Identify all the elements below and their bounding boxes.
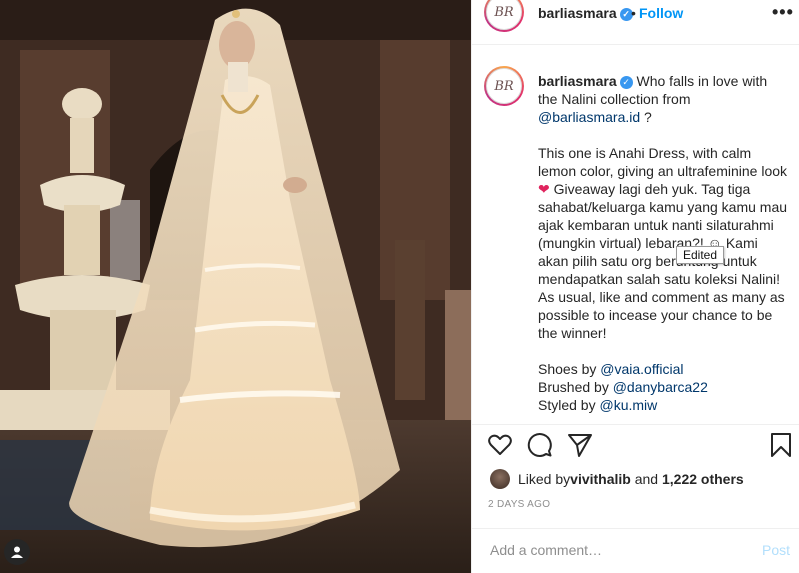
comment-icon[interactable] [527,432,553,458]
separator-dot: • [631,5,636,21]
brushed-label: Brushed by [538,379,613,395]
post-image [0,0,471,573]
comment-input[interactable] [488,541,742,559]
mention-brand[interactable]: @barliasmara.id [538,109,640,125]
likes-middle: and [630,471,662,487]
author-username[interactable]: barliasmara ✓ [538,5,633,21]
likes-prefix: Liked by [518,471,571,487]
likes-count-link[interactable]: 1,222 others [662,471,744,487]
caption-text: barliasmara ✓ Who falls in love with the … [538,72,790,414]
mention-styled[interactable]: @ku.miw [599,397,657,413]
post-timestamp[interactable]: 2 DAYS AGO [488,499,550,510]
user-tag-icon [11,546,23,558]
caption-avatar-logo: BR [494,78,514,94]
caption-area: BR barliasmara ✓ Who falls in love with t… [472,44,799,424]
post-comment-button[interactable]: Post [762,542,790,558]
bookmark-icon[interactable] [768,432,794,458]
caption-para2-a: This one is Anahi Dress, with calm lemon… [538,145,788,179]
styled-label: Styled by [538,397,600,413]
author-avatar[interactable]: BR [484,0,524,32]
mention-brushed[interactable]: @danybarca22 [613,379,708,395]
shoes-label: Shoes by [538,361,601,377]
caption-username[interactable]: barliasmara [538,73,617,89]
mention-shoes[interactable]: @vaia.official [600,361,683,377]
heart-emoji: ❤ [538,181,550,197]
caption-verified-icon: ✓ [619,75,633,89]
user-tag-button[interactable] [4,539,30,565]
more-options-icon[interactable]: ••• [772,2,794,23]
action-bar [472,432,799,462]
likes-summary: Liked by vivithalib and 1,222 others [490,468,744,490]
avatar-logo: BR [494,4,514,20]
post-photo[interactable] [0,0,471,573]
caption-para2-b: Giveaway lagi deh yuk. Tag tiga sahabat/… [538,181,788,341]
post-sidebar: BR barliasmara ✓ • Follow ••• BR barliasm… [471,0,799,573]
heart-icon[interactable] [487,432,513,458]
comment-box: Post [472,528,799,573]
edited-tooltip: Edited [676,246,725,264]
post-header: BR barliasmara ✓ • Follow ••• [472,0,799,32]
share-icon[interactable] [567,432,593,458]
caption-avatar[interactable]: BR [484,66,524,106]
liker-avatar[interactable] [490,469,510,489]
follow-button[interactable]: Follow [639,5,683,21]
liker-username[interactable]: vivithalib [570,471,631,487]
caption-line1-end: ? [640,109,652,125]
caption-divider [472,424,799,425]
